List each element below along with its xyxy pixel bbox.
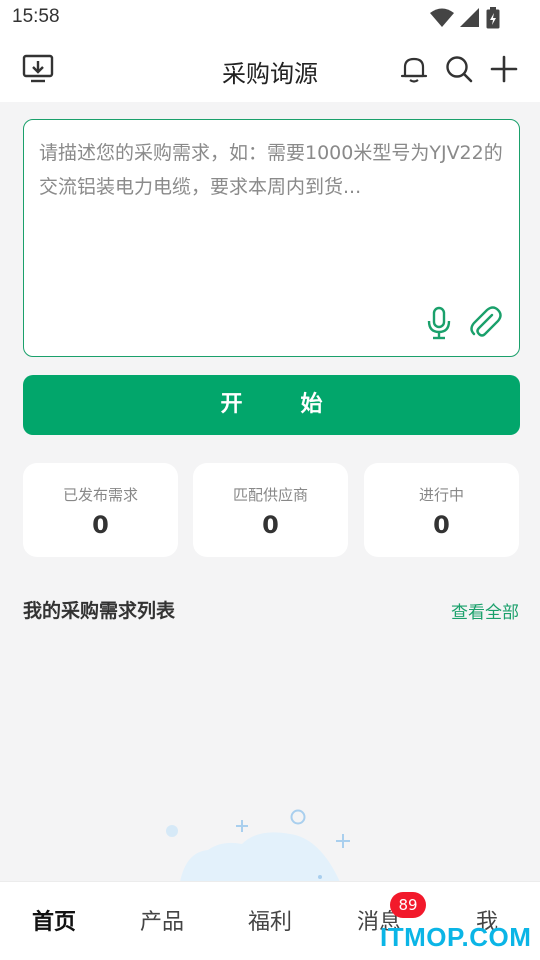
- stat-label: 已发布需求: [62, 486, 138, 504]
- status-time: 15:58: [12, 6, 60, 27]
- battery-icon: [486, 7, 500, 29]
- message-count-badge: 89: [390, 892, 426, 918]
- signal-icon: [460, 8, 479, 27]
- stat-card-matched-suppliers[interactable]: 匹配供应商 0: [193, 463, 348, 557]
- tab-products[interactable]: 产品: [140, 904, 184, 936]
- notifications-button[interactable]: [398, 53, 430, 85]
- empty-state-illustration: [166, 809, 350, 882]
- status-icons: [430, 7, 500, 29]
- watermark: ITMOP.COM: [380, 922, 532, 952]
- app-bar: 采购询源: [0, 36, 540, 102]
- stat-value: 0: [92, 511, 109, 539]
- wifi-icon: [430, 8, 454, 27]
- attach-button[interactable]: [468, 306, 502, 340]
- stat-label: 匹配供应商: [232, 486, 308, 504]
- search-icon: [446, 56, 473, 83]
- plus-icon: [490, 55, 518, 83]
- voice-input-button[interactable]: [424, 306, 454, 340]
- start-button[interactable]: 开始: [23, 375, 520, 435]
- status-bar: 15:58: [0, 0, 540, 36]
- paperclip-icon: [470, 306, 502, 337]
- stat-value: 0: [262, 511, 279, 539]
- stat-value: 0: [433, 511, 450, 539]
- bell-icon: [400, 57, 428, 83]
- search-button[interactable]: [443, 53, 475, 85]
- microphone-icon: [427, 306, 451, 340]
- tab-home[interactable]: 首页: [32, 904, 76, 936]
- request-placeholder: 请描述您的采购需求，如：需要1000米型号为YJV22的交流铝装电力电缆，要求本…: [39, 142, 503, 198]
- view-all-link[interactable]: 查看全部: [451, 598, 519, 623]
- list-title: 我的采购需求列表: [23, 600, 176, 622]
- stat-card-published[interactable]: 已发布需求 0: [23, 463, 178, 557]
- request-input[interactable]: 请描述您的采购需求，如：需要1000米型号为YJV22的交流铝装电力电缆，要求本…: [23, 119, 520, 357]
- add-button[interactable]: [488, 53, 520, 85]
- stat-card-in-progress[interactable]: 进行中 0: [364, 463, 519, 557]
- tab-benefits[interactable]: 福利: [248, 904, 292, 936]
- stat-label: 进行中: [418, 486, 464, 504]
